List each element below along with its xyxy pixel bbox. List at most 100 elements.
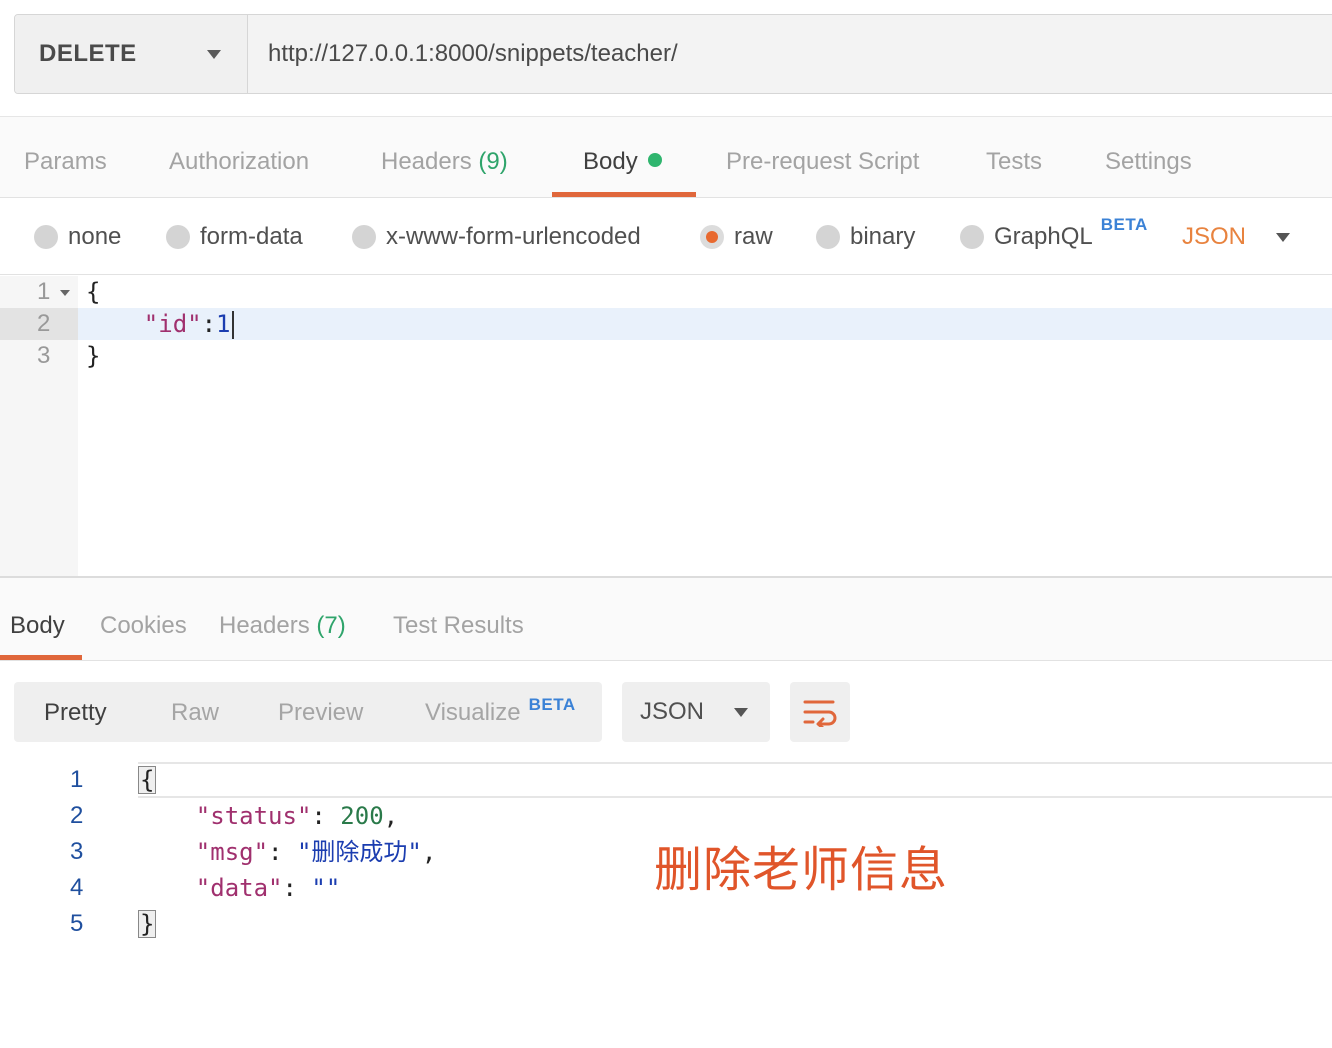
response-body-viewer: 1 { 2 "status": 200, 3 "msg": "删除成功", 4 … [0, 762, 1332, 1048]
json-string: "" [311, 874, 341, 902]
radio-circle-icon [960, 225, 984, 249]
radio-form-data[interactable]: form-data [166, 222, 303, 252]
response-line: 1 { [0, 762, 1332, 798]
url-input[interactable]: http://127.0.0.1:8000/snippets/teacher/ [248, 15, 1332, 93]
code-text: "msg": "删除成功", [195, 838, 437, 866]
view-pretty[interactable]: Pretty [44, 682, 107, 742]
radio-label: GraphQL [994, 223, 1093, 250]
code-text: } [86, 342, 101, 370]
line-number: 3 [37, 342, 51, 369]
tab-label: Body [10, 612, 65, 639]
matched-brace: } [138, 910, 157, 938]
chevron-down-icon [734, 707, 749, 717]
response-tabs: Body Cookies Headers (7) Test Results [0, 578, 1332, 661]
code-text: { [86, 278, 101, 306]
code-text: "data": "" [195, 874, 341, 902]
code-text: "id":1 [86, 308, 234, 340]
radio-binary[interactable]: binary [816, 222, 915, 252]
method-label: DELETE [39, 40, 137, 67]
tab-label: Headers [219, 612, 310, 639]
tab-label: Params [24, 148, 107, 175]
radio-circle-icon [34, 225, 58, 249]
active-tab-indicator [0, 655, 82, 660]
line-number: 1 [70, 766, 84, 793]
annotation-text: 删除老师信息 [654, 842, 949, 898]
response-line: 2 "status": 200, [0, 798, 1332, 834]
radio-label: none [68, 223, 122, 250]
line-number: 3 [70, 838, 84, 865]
tab-headers[interactable]: Headers (9) [381, 117, 508, 197]
wrap-lines-button[interactable] [790, 682, 850, 742]
request-tabs: Params Authorization Headers (9) Body Pr… [0, 116, 1332, 198]
radio-x-www-form-urlencoded[interactable]: x-www-form-urlencoded [352, 222, 641, 252]
tab-label: Headers [381, 148, 472, 175]
tab-authorization[interactable]: Authorization [169, 117, 309, 197]
tab-cookies[interactable]: Cookies [100, 578, 187, 658]
wrap-lines-icon [803, 700, 837, 727]
tab-label: Authorization [169, 148, 310, 175]
response-format-select[interactable]: JSON [622, 682, 770, 742]
text-cursor [231, 311, 234, 339]
body-language-select[interactable]: JSON [1182, 222, 1291, 252]
radio-label: form-data [200, 223, 303, 250]
radio-checked-icon [700, 225, 724, 249]
radio-circle-icon [816, 225, 840, 249]
radio-none[interactable]: none [34, 222, 121, 252]
tab-label: Tests [986, 148, 1043, 175]
line-number: 4 [70, 874, 84, 901]
tab-label: Settings [1105, 148, 1192, 175]
tab-label: Body [583, 148, 638, 175]
tab-test-results[interactable]: Test Results [393, 578, 524, 658]
view-raw[interactable]: Raw [171, 682, 219, 742]
view-preview[interactable]: Preview [278, 682, 363, 742]
json-number: 200 [340, 802, 384, 830]
tab-tests[interactable]: Tests [986, 117, 1042, 197]
tab-response-headers[interactable]: Headers (7) [219, 578, 346, 658]
radio-circle-icon [166, 225, 190, 249]
request-body-editor[interactable]: 1 { 2 "id":1 3 } [0, 276, 1332, 576]
active-tab-indicator [552, 192, 696, 197]
tab-body[interactable]: Body [583, 117, 662, 197]
beta-badge: BETA [1100, 215, 1148, 234]
editor-line-active: 2 "id":1 [0, 308, 1332, 340]
active-line-highlight [138, 762, 1332, 798]
radio-circle-icon [352, 225, 376, 249]
fold-arrow-icon[interactable] [60, 290, 70, 296]
radio-label: x-www-form-urlencoded [386, 223, 641, 250]
tab-settings[interactable]: Settings [1105, 117, 1192, 197]
method-select[interactable]: DELETE [15, 15, 248, 93]
code-text: "status": 200, [195, 802, 399, 830]
language-label: JSON [1182, 223, 1247, 250]
body-type-selector: none form-data x-www-form-urlencoded raw… [0, 198, 1332, 275]
beta-badge: BETA [528, 695, 576, 714]
request-url-bar: DELETE http://127.0.0.1:8000/snippets/te… [14, 14, 1332, 94]
line-number: 1 [37, 278, 51, 305]
code-id-line: "id":1 [86, 310, 231, 338]
code-text: } [138, 906, 157, 942]
radio-raw[interactable]: raw [700, 222, 773, 252]
tab-response-body[interactable]: Body [10, 578, 65, 658]
radio-label: binary [850, 223, 916, 250]
tab-label: Pre-request Script [726, 148, 920, 175]
matched-brace: { [138, 766, 157, 794]
response-line: 5 } [0, 906, 1332, 942]
line-number: 5 [70, 910, 84, 937]
editor-line: 1 { [0, 276, 1332, 308]
chevron-down-icon [1276, 232, 1291, 242]
line-number: 2 [70, 802, 84, 829]
headers-count: (9) [478, 148, 508, 175]
headers-count: (7) [316, 612, 346, 639]
json-key: "status" [195, 802, 312, 830]
tab-params[interactable]: Params [24, 117, 107, 197]
tab-pre-request-script[interactable]: Pre-request Script [726, 117, 919, 197]
view-visualize[interactable]: Visualize BETA [425, 682, 576, 742]
line-number: 2 [37, 310, 51, 337]
radio-graphql[interactable]: GraphQL BETA [960, 215, 1148, 252]
tab-label: Cookies [100, 612, 187, 639]
json-key: "data" [195, 874, 283, 902]
radio-label: raw [734, 223, 773, 250]
view-mode-segmented: Pretty Raw Preview Visualize BETA [14, 682, 602, 742]
tab-label: Test Results [393, 612, 524, 639]
response-toolbar: Pretty Raw Preview Visualize BETA JSON [0, 662, 1332, 762]
format-label: JSON [640, 698, 705, 725]
